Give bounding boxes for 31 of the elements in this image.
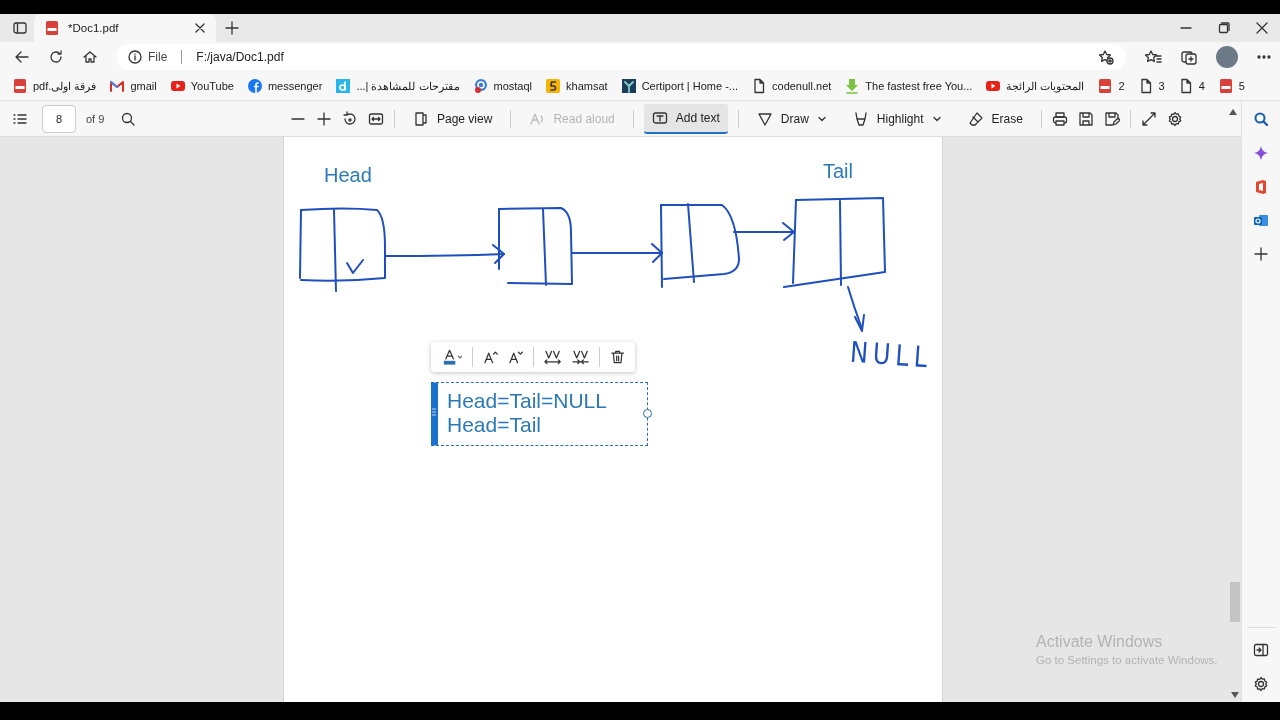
highlight-tool[interactable]: Highlight <box>844 103 950 134</box>
bookmark[interactable]: فرقة اولى.pdf <box>12 78 97 94</box>
address-field[interactable]: File F:/java/Doc1.pdf <box>116 44 1126 70</box>
bookmark[interactable]: المحتويات الرائجة <box>985 78 1085 94</box>
draw-tool[interactable]: Draw <box>748 103 835 134</box>
bookmark[interactable]: codenull.net <box>751 78 832 94</box>
page-count: of 9 <box>86 112 105 125</box>
bookmark[interactable]: مقترحات للمشاهدة |... <box>335 78 460 94</box>
bookmark[interactable]: khamsat <box>545 78 608 94</box>
diagram-label: Head <box>324 164 372 187</box>
bookmark[interactable]: 3 <box>1137 78 1165 94</box>
bookmark[interactable]: 2 <box>1097 78 1125 94</box>
diagram-label: Tail <box>823 160 853 183</box>
handwritten-note: NULL <box>848 335 934 375</box>
bookmark[interactable]: The fastest free You... <box>844 78 973 94</box>
bookmark[interactable]: Certiport | Home -... <box>620 78 738 94</box>
url-text: F:/java/Doc1.pdf <box>196 50 284 64</box>
bookmark[interactable]: 5 <box>1217 78 1245 94</box>
bookmark[interactable]: 4 <box>1177 78 1205 94</box>
add-text-tool[interactable]: Add text <box>643 103 728 134</box>
bookmark[interactable]: gmail <box>109 78 157 94</box>
browser-tab[interactable]: *Doc1.pdf <box>34 14 216 42</box>
erase-tool[interactable]: Erase <box>959 103 1031 134</box>
text-box-line: Head=Tail <box>447 413 542 437</box>
bookmark[interactable]: YouTube <box>169 78 234 94</box>
bookmark[interactable]: mostaql <box>472 78 533 94</box>
page-number-field[interactable]: 8 <box>42 104 76 133</box>
page-view-tool[interactable]: Page view <box>405 103 501 134</box>
text-box-line: Head=Tail=NULL <box>447 389 608 413</box>
site-scheme: File <box>148 50 168 64</box>
bookmark[interactable]: messenger <box>246 78 323 94</box>
